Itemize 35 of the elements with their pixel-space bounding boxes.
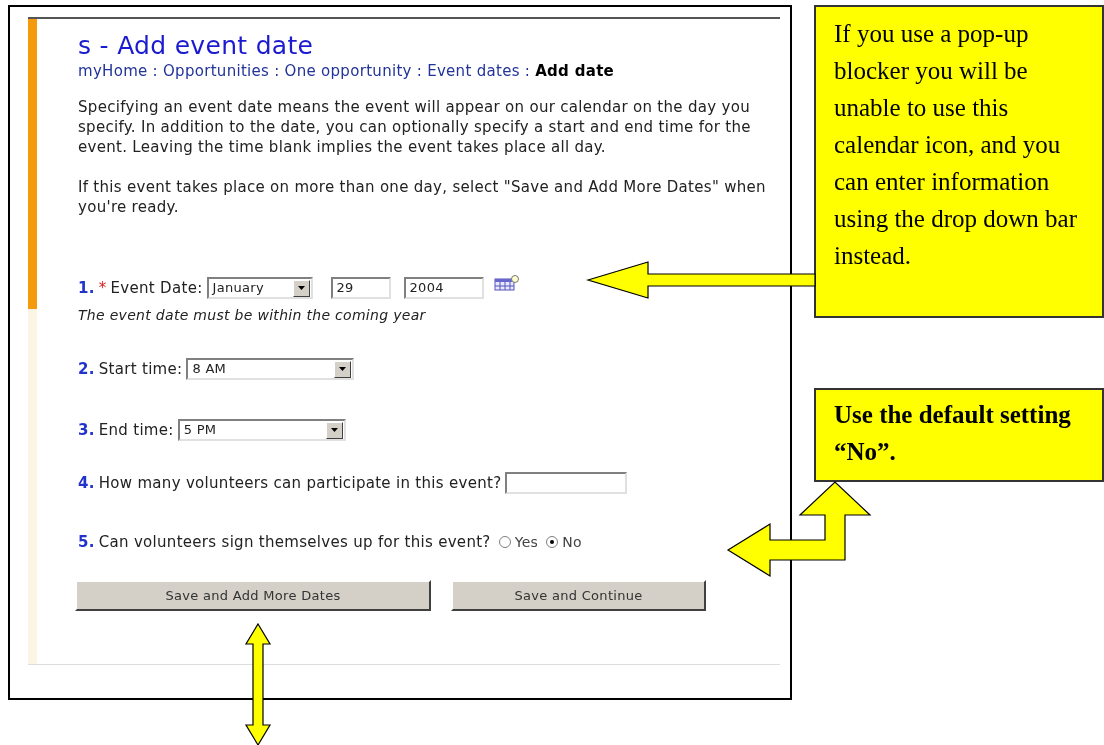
input-field[interactable]: 29: [330, 277, 391, 299]
field-label: End time:: [98, 420, 174, 440]
breadcrumb-current: Add date: [535, 61, 615, 81]
page-title: s - Add event date: [78, 31, 315, 61]
breadcrumb-separator: :: [524, 61, 531, 81]
input-field[interactable]: 2004: [403, 277, 484, 299]
question-number: 3.: [78, 420, 95, 440]
question-number: 5.: [78, 532, 95, 552]
select-field[interactable]: 5 PM: [177, 419, 346, 441]
select-field[interactable]: January: [206, 277, 313, 299]
breadcrumb-link[interactable]: Opportunities: [162, 61, 270, 81]
radio-label: No: [562, 533, 582, 552]
required-mark: *: [98, 278, 107, 298]
select-field[interactable]: 8 AM: [186, 358, 355, 380]
intro-paragraph: Specifying an event date means the event will appear on our calendar on the day you specify. In addition to the date, you can optionally specify a start and end time for the event. Leaving the time blank implies the event takes place all day.: [78, 97, 752, 157]
breadcrumb-link[interactable]: Event dates: [427, 61, 520, 81]
question-number: 1.: [78, 278, 95, 298]
breadcrumb-separator: :: [152, 61, 158, 81]
callout-note: Use the default setting “No”.: [814, 388, 1104, 482]
intro-paragraph: If this event takes place on more than one day, select "Save and Add More Dates" when you're ready.: [78, 177, 767, 217]
radio-label: Yes: [514, 533, 539, 552]
callout-note: If you use a pop-up blocker you will be unable to use this calendar icon, and you can enter information using the drop down bar instead.: [814, 5, 1104, 318]
hint-text: The event date must be within the coming year: [78, 306, 427, 325]
field-label: Can volunteers sign themselves up for this event?: [98, 532, 491, 552]
question-number: 2.: [78, 359, 95, 379]
question-number: 4.: [78, 473, 95, 493]
breadcrumb-separator: :: [416, 61, 423, 81]
breadcrumb-separator: :: [274, 61, 280, 81]
breadcrumb-link[interactable]: myHome: [78, 61, 148, 81]
field-label: How many volunteers can participate in this event?: [98, 473, 502, 493]
form-button[interactable]: Save and Add More Dates: [75, 580, 431, 611]
field-label: Start time:: [98, 359, 183, 379]
field-label: Event Date:: [110, 278, 203, 298]
breadcrumb-link[interactable]: One opportunity: [284, 61, 412, 81]
form-button[interactable]: Save and Continue: [451, 580, 706, 611]
